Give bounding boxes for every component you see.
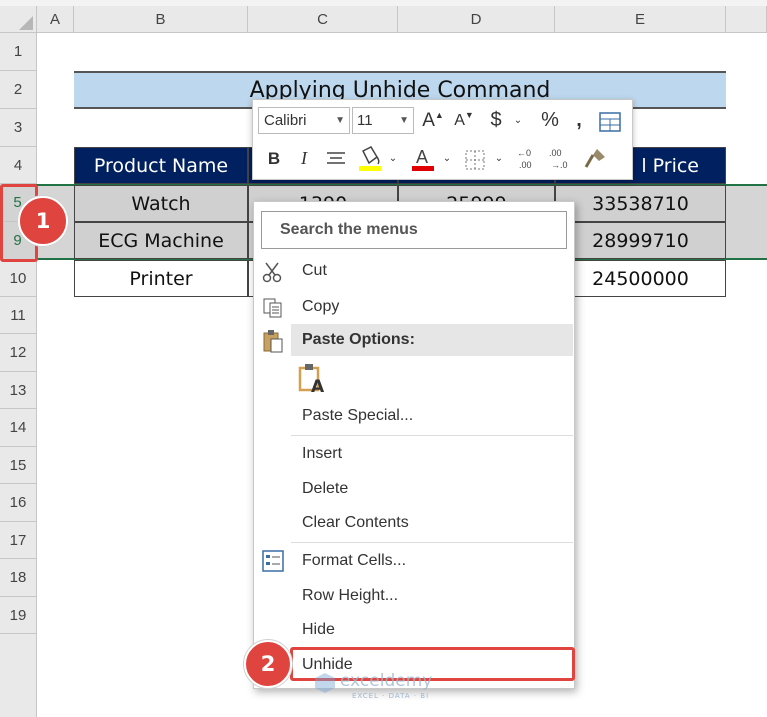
menu-item-row-height[interactable]: Row Height... (302, 587, 398, 605)
row-header-11[interactable]: 11 (0, 297, 37, 334)
corner-triangle-icon (19, 16, 33, 30)
format-painter-icon[interactable] (583, 147, 609, 171)
font-name-value: Calibri (264, 112, 307, 129)
menu-item-paste-special[interactable]: Paste Special... (302, 407, 413, 425)
format-cells-icon (262, 550, 284, 572)
paste-options-label: Paste Options: (302, 331, 415, 348)
currency-format-icon[interactable]: $ (484, 107, 508, 134)
svg-text:.00: .00 (549, 148, 562, 158)
cell-product-printer[interactable]: Printer (74, 260, 248, 297)
comma-style-icon[interactable]: , (569, 107, 589, 134)
fill-color-icon[interactable] (357, 145, 383, 173)
column-header-b[interactable]: B (74, 6, 248, 33)
cell-e-watch[interactable]: 33538710 (555, 185, 726, 222)
font-size-value: 11 (357, 112, 373, 129)
svg-text:→.0: →.0 (551, 160, 568, 170)
select-all-corner[interactable] (0, 6, 37, 33)
chevron-down-icon: ▼ (399, 115, 409, 126)
cell-e-ecg[interactable]: 28999710 (555, 222, 726, 259)
step-badge-2: 2 (244, 640, 292, 688)
copy-icon (262, 297, 284, 319)
menu-item-hide[interactable]: Hide (302, 621, 335, 639)
increase-decimal-icon[interactable]: ←0.00 (515, 146, 541, 172)
menu-item-copy[interactable]: Copy (302, 298, 339, 316)
font-size-box[interactable]: 11 ▼ (352, 107, 414, 134)
svg-text:.00: .00 (519, 160, 532, 170)
percent-style-icon[interactable]: % (538, 107, 562, 134)
font-color-icon[interactable]: A (410, 145, 436, 173)
chevron-down-icon: ▼ (335, 115, 345, 126)
row-header-3[interactable]: 3 (0, 109, 37, 147)
row-header-4[interactable]: 4 (0, 147, 37, 184)
row-header-19[interactable]: 19 (0, 597, 37, 634)
step-badge-1: 1 (18, 196, 68, 246)
italic-button[interactable]: I (293, 145, 315, 172)
watermark-brand: exceldemy (340, 671, 433, 691)
menu-separator (291, 542, 573, 543)
row-header-1[interactable]: 1 (0, 33, 37, 71)
bold-button[interactable]: B (261, 145, 287, 172)
decrease-decimal-icon[interactable]: .00 →.0 (547, 146, 573, 172)
menu-item-insert[interactable]: Insert (302, 445, 342, 463)
column-header-a[interactable]: A (37, 6, 74, 33)
paste-keep-text-icon[interactable]: A (298, 363, 328, 397)
svg-text:A: A (311, 377, 325, 395)
menu-item-delete[interactable]: Delete (302, 480, 348, 498)
watermark-tagline: EXCEL · DATA · BI (352, 692, 430, 700)
chevron-down-icon[interactable]: ⌄ (387, 145, 399, 172)
font-name-box[interactable]: Calibri ▼ (258, 107, 350, 134)
exceldemy-logo-icon (314, 672, 336, 694)
row-header-15[interactable]: 15 (0, 447, 37, 484)
cell-product-ecg[interactable]: ECG Machine (74, 222, 248, 259)
row-header-17[interactable]: 17 (0, 522, 37, 559)
column-header-f[interactable] (726, 6, 767, 33)
column-header-d[interactable]: D (398, 6, 555, 33)
cell-e-printer[interactable]: 24500000 (555, 260, 726, 297)
borders-icon[interactable] (465, 150, 485, 170)
header-product-name: Product Name (74, 147, 248, 184)
row-header-13[interactable]: 13 (0, 372, 37, 409)
chevron-down-icon[interactable]: ⌄ (493, 145, 505, 172)
cell-product-watch[interactable]: Watch (74, 185, 248, 222)
row-header-10[interactable]: 10 (0, 260, 37, 297)
align-center-icon[interactable] (325, 150, 347, 168)
svg-text:A: A (416, 147, 428, 167)
row-header-16[interactable]: 16 (0, 484, 37, 522)
svg-text:←0: ←0 (517, 148, 531, 158)
menu-search-box[interactable]: Search the menus (261, 211, 567, 249)
cut-icon (262, 261, 284, 283)
decrease-font-icon[interactable]: A ▼ (451, 107, 477, 134)
mini-toolbar: Calibri ▼ 11 ▼ A ▲ A ▼ $ ⌄ % , B I ⌄ A ⌄ ⌄… (252, 99, 633, 180)
chevron-down-icon[interactable]: ⌄ (511, 107, 525, 134)
row-header-2[interactable]: 2 (0, 71, 37, 109)
column-header-c[interactable]: C (248, 6, 398, 33)
chevron-down-icon[interactable]: ⌄ (441, 145, 453, 172)
row-header-rest (0, 634, 37, 717)
paste-clipboard-icon (262, 329, 284, 353)
menu-item-cut[interactable]: Cut (302, 262, 327, 280)
format-table-icon[interactable] (599, 112, 621, 132)
menu-item-clear-contents[interactable]: Clear Contents (302, 514, 409, 532)
row-header-14[interactable]: 14 (0, 409, 37, 447)
row-header-18[interactable]: 18 (0, 559, 37, 597)
row-header-12[interactable]: 12 (0, 334, 37, 372)
column-header-e[interactable]: E (555, 6, 726, 33)
increase-font-icon[interactable]: A ▲ (420, 107, 446, 134)
menu-item-format-cells[interactable]: Format Cells... (302, 552, 406, 570)
menu-separator (291, 435, 573, 436)
